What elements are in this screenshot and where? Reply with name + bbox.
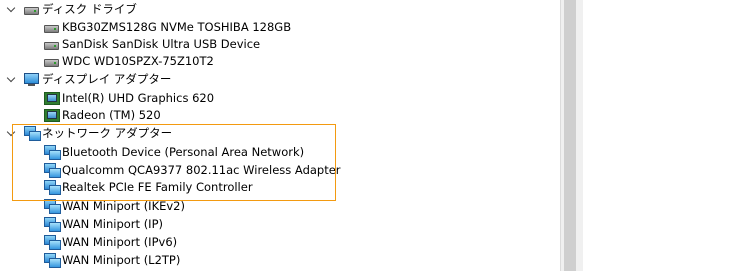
device-row[interactable]: WAN Miniport (IPv6) bbox=[0, 234, 540, 251]
network-adapter-icon bbox=[44, 217, 61, 232]
highlight-box bbox=[12, 124, 336, 201]
chevron-down-icon[interactable] bbox=[7, 1, 17, 18]
device-row[interactable]: Intel(R) UHD Graphics 620 bbox=[0, 90, 540, 107]
device-label: WAN Miniport (IP) bbox=[62, 217, 163, 231]
scrollbar-thumb[interactable] bbox=[564, 0, 576, 271]
disk-drive-icon bbox=[44, 54, 59, 68]
device-label: KBG30ZMS128G NVMe TOSHIBA 128GB bbox=[62, 20, 292, 34]
category-display-adapters[interactable]: ディスプレイ アダプター bbox=[0, 71, 540, 88]
category-label: ディスプレイ アダプター bbox=[42, 72, 172, 86]
device-row[interactable]: Radeon (TM) 520 bbox=[0, 107, 540, 124]
device-label: WAN Miniport (IPv6) bbox=[62, 235, 178, 249]
chevron-down-icon[interactable] bbox=[7, 71, 17, 88]
device-label: WDC WD10SPZX-75Z10T2 bbox=[62, 54, 214, 68]
device-row[interactable]: SanDisk SanDisk Ultra USB Device bbox=[0, 36, 540, 53]
disk-drive-icon bbox=[44, 37, 59, 51]
device-label: Intel(R) UHD Graphics 620 bbox=[62, 91, 215, 105]
category-label: ディスク ドライブ bbox=[42, 2, 137, 16]
display-adapter-category-icon bbox=[24, 72, 39, 86]
device-label: Radeon (TM) 520 bbox=[62, 108, 161, 122]
disk-drive-icon bbox=[44, 20, 59, 34]
device-label: SanDisk SanDisk Ultra USB Device bbox=[62, 37, 261, 51]
device-row[interactable]: KBG30ZMS128G NVMe TOSHIBA 128GB bbox=[0, 19, 540, 36]
display-adapter-icon bbox=[44, 91, 60, 105]
network-adapter-icon bbox=[44, 199, 61, 214]
device-row[interactable]: WAN Miniport (L2TP) bbox=[0, 252, 540, 269]
device-row[interactable]: WAN Miniport (IP) bbox=[0, 216, 540, 233]
device-tree: ディスク ドライブ KBG30ZMS128G NVMe TOSHIBA 128G… bbox=[0, 0, 560, 271]
device-label: WAN Miniport (L2TP) bbox=[62, 253, 181, 267]
disk-drive-icon bbox=[24, 2, 39, 16]
category-disk-drives[interactable]: ディスク ドライブ bbox=[0, 1, 540, 18]
device-row[interactable]: WDC WD10SPZX-75Z10T2 bbox=[0, 53, 540, 70]
network-adapter-icon bbox=[44, 235, 61, 250]
network-adapter-icon bbox=[44, 253, 61, 268]
display-adapter-icon bbox=[44, 108, 60, 122]
right-pane bbox=[583, 0, 750, 271]
